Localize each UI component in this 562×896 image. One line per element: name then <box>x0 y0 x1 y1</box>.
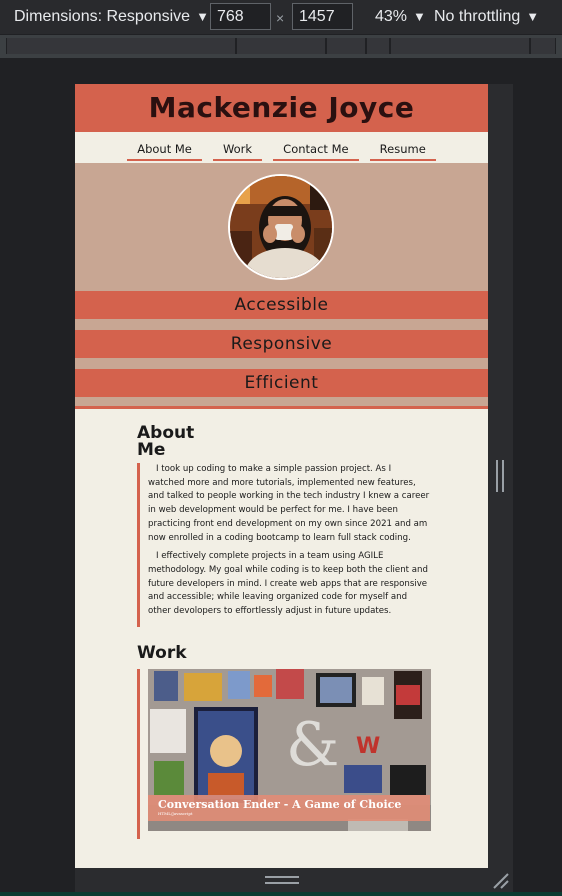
nav-contact-me[interactable]: Contact Me <box>273 141 359 161</box>
site-header: Mackenzie Joyce <box>75 84 488 132</box>
zoom-dropdown[interactable]: 43% ▼ <box>375 8 426 26</box>
throttle-dropdown[interactable]: No throttling ▼ <box>434 8 539 26</box>
banner-efficient: Efficient <box>75 369 488 397</box>
avatar <box>228 174 334 280</box>
about-body: I took up coding to make a simple passio… <box>137 463 430 627</box>
main-content: About Me I took up coding to make a simp… <box>75 425 488 839</box>
height-input[interactable] <box>292 3 353 30</box>
zoom-label: 43% <box>375 8 408 25</box>
dropdown-arrow-icon: ▼ <box>526 9 540 24</box>
work-heading: Work <box>137 642 187 663</box>
banner-responsive: Responsive <box>75 330 488 358</box>
project-subtitle: HTML/Javascript <box>158 810 193 816</box>
nav-about-me[interactable]: About Me <box>127 141 202 161</box>
nav-work[interactable]: Work <box>212 141 263 161</box>
about-heading: About Me <box>137 423 195 460</box>
ruler-segment[interactable] <box>236 38 326 54</box>
about-paragraph: I took up coding to make a simple passio… <box>148 464 430 543</box>
times-icon: × <box>276 10 285 26</box>
bottom-resize-handle[interactable] <box>265 876 299 884</box>
banner-accessible: Accessible <box>75 291 488 319</box>
ruler-segment[interactable] <box>6 38 236 54</box>
main-nav: About Me Work Contact Me Resume <box>75 132 488 163</box>
work-body: & W Conversation Ender - A Game of Choic… <box>137 668 431 839</box>
width-input[interactable] <box>210 3 271 30</box>
project-card[interactable]: & W Conversation Ender - A Game of Choic… <box>148 668 431 831</box>
media-query-ruler[interactable] <box>0 34 562 58</box>
side-resize-handle[interactable] <box>496 460 504 492</box>
dimensions-label: Dimensions: Responsive <box>14 8 191 25</box>
ruler-segment[interactable] <box>326 38 366 54</box>
about-paragraph: I effectively complete projects in a tea… <box>148 551 428 617</box>
svg-text:W: W <box>356 734 380 759</box>
project-caption: Conversation Ender - A Game of Choice HT… <box>148 794 430 821</box>
svg-text:&: & <box>286 710 339 780</box>
divider <box>75 406 488 409</box>
project-title: Conversation Ender - A Game of Choice <box>158 797 402 811</box>
dropdown-arrow-icon: ▼ <box>413 9 426 24</box>
nav-resume[interactable]: Resume <box>369 141 436 161</box>
ruler-segment[interactable] <box>530 38 556 54</box>
emulated-viewport: Mackenzie Joyce About Me Work Contact Me… <box>75 84 488 868</box>
ruler-segment[interactable] <box>390 38 530 54</box>
status-strip <box>0 892 562 896</box>
ruler-segment[interactable] <box>366 38 390 54</box>
corner-resize-icon[interactable] <box>492 872 510 890</box>
hero-section: Accessible Responsive Efficient <box>75 163 488 409</box>
dimensions-dropdown[interactable]: Dimensions: Responsive ▼ <box>14 8 209 26</box>
site-title: Mackenzie Joyce <box>148 91 415 124</box>
dropdown-arrow-icon: ▼ <box>196 9 209 24</box>
device-toolbar: Dimensions: Responsive ▼ × 43% ▼ No thrott… <box>0 0 562 34</box>
throttle-label: No throttling <box>434 8 521 25</box>
